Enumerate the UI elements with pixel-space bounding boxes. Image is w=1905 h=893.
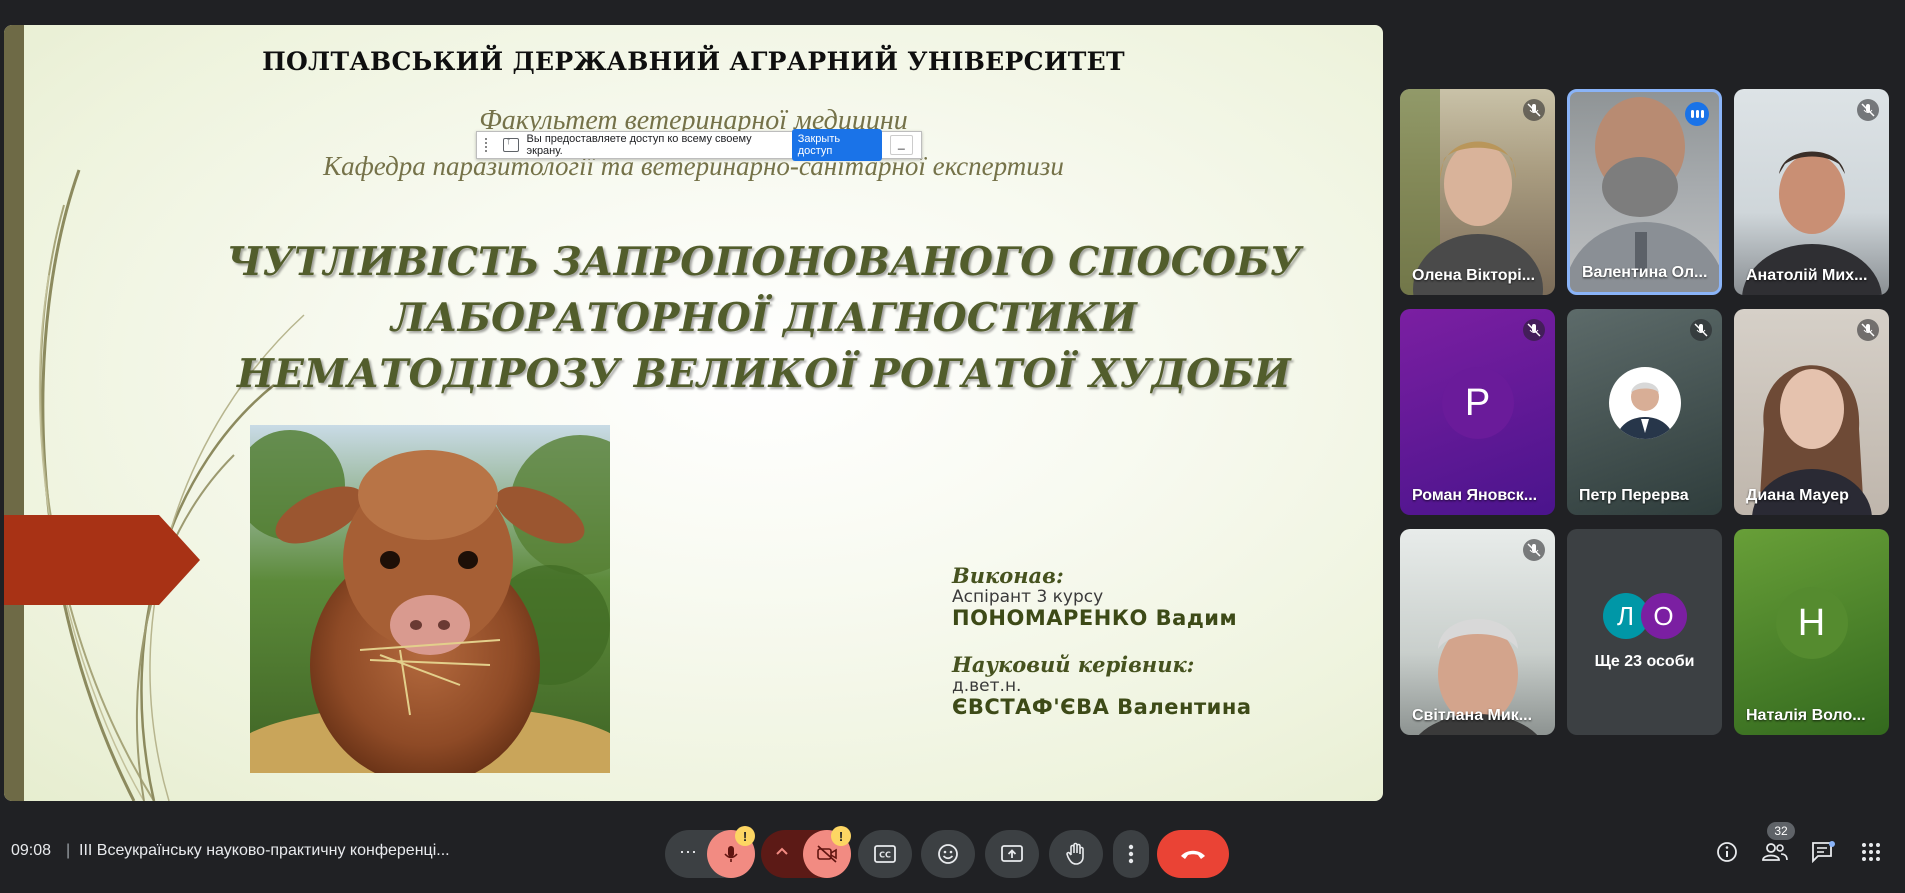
hang-up-icon — [1181, 850, 1205, 859]
people-button[interactable] — [1761, 838, 1789, 866]
captions-icon: CC — [874, 845, 896, 863]
info-icon — [1717, 842, 1737, 862]
participant-name: Наталія Воло... — [1746, 707, 1866, 724]
participant-tile[interactable]: Диана Мауер — [1734, 309, 1889, 515]
participant-name: Валентина Ол... — [1582, 264, 1708, 281]
share-message: Вы предоставляете доступ ко всему своему… — [526, 133, 752, 157]
chevron-up-icon[interactable] — [773, 843, 791, 866]
screen-share-icon — [502, 135, 519, 152]
advisor-name: ЄВСТАФ'ЄВА Валентина — [952, 695, 1252, 719]
participant-tile[interactable]: Н Наталія Воло... — [1734, 529, 1889, 735]
advisor-role: Науковий керівник: — [952, 652, 1195, 677]
author-name: ПОНОМАРЕНКО Вадим — [952, 606, 1238, 630]
apps-grid-icon — [1862, 843, 1880, 861]
bottom-control-bar: 09:08 | ІІІ Всеукраїнську науково-практи… — [0, 820, 1905, 890]
participant-tile[interactable]: Світлана Мик... — [1400, 529, 1555, 735]
present-icon — [1001, 845, 1023, 862]
raise-hand-button[interactable] — [1049, 830, 1103, 878]
video-control-group: ! — [761, 826, 851, 878]
more-participants-tile[interactable]: Л О Ще 23 особи — [1567, 529, 1722, 735]
participant-avatar: О — [1640, 593, 1687, 639]
mic-off-icon — [1523, 99, 1545, 121]
calf-photo — [250, 425, 610, 773]
leave-call-button[interactable] — [1157, 830, 1229, 878]
present-screen-button[interactable] — [985, 830, 1039, 878]
people-count-badge: 32 — [1767, 822, 1795, 840]
meeting-details-button[interactable] — [1713, 838, 1741, 866]
mic-warning-badge: ! — [735, 826, 755, 846]
camera-warning-badge: ! — [831, 826, 851, 846]
author-block: Виконав: Аспірант 3 курсу ПОНОМАРЕНКО Ва… — [952, 563, 1252, 719]
people-icon — [1762, 843, 1788, 861]
title-line: НЕМАТОДІРОЗУ ВЕЛИКОЇ РОГАТОЇ ХУДОБИ — [237, 351, 1291, 397]
participant-name: Анатолій Мих... — [1746, 267, 1868, 284]
advisor-degree: д.вет.н. — [952, 676, 1022, 696]
participant-name: Петр Перерва — [1579, 487, 1689, 504]
participant-avatar-photo — [1608, 367, 1681, 439]
chat-icon — [1812, 841, 1835, 863]
participant-name: Олена Вікторі... — [1412, 267, 1536, 284]
mic-off-icon — [1857, 99, 1879, 121]
emoji-icon — [938, 844, 958, 864]
audio-options-button[interactable]: ⋯ — [679, 842, 697, 863]
camera-off-icon — [817, 845, 837, 863]
participant-name: Диана Мауер — [1746, 487, 1849, 504]
mic-off-icon — [1857, 319, 1879, 341]
participant-name: Роман Яновск... — [1412, 487, 1538, 504]
mic-off-icon — [1523, 319, 1545, 341]
stop-sharing-button[interactable]: Закрыть доступ — [791, 129, 882, 161]
participant-tile[interactable]: Р Роман Яновск... — [1400, 309, 1555, 515]
mic-icon — [724, 846, 738, 862]
more-options-button[interactable] — [1113, 830, 1149, 878]
participant-tile[interactable]: Олена Вікторі... — [1400, 89, 1555, 295]
participant-tile[interactable]: Анатолій Мих... — [1734, 89, 1889, 295]
speaking-indicator-icon — [1685, 102, 1709, 126]
more-vert-icon — [1128, 844, 1134, 864]
more-participants-label: Ще 23 особи — [1594, 653, 1695, 670]
participant-avatar: Р — [1441, 367, 1514, 439]
reactions-button[interactable] — [921, 830, 975, 878]
slide-arrow-shape — [4, 515, 200, 605]
hide-bar-button[interactable]: _ — [889, 135, 914, 155]
separator: | — [66, 842, 71, 859]
meeting-title: ІІІ Всеукраїнську науково-практичну конф… — [79, 842, 450, 859]
hand-icon — [1066, 842, 1084, 865]
title-line: ЧУТЛИВІСТЬ ЗАПРОПОНОВАНОГО СПОСОБУ — [226, 239, 1302, 285]
audio-control-group: ⋯ ! — [665, 826, 755, 878]
captions-button[interactable]: CC — [858, 830, 912, 878]
mic-off-icon — [1690, 319, 1712, 341]
participant-tile-active-speaker[interactable]: Валентина Ол... — [1567, 89, 1722, 295]
author-role: Виконав: — [952, 563, 1064, 588]
title-line: ЛАБОРАТОРНОЇ ДІАГНОСТИКИ — [390, 295, 1138, 341]
screen-share-bar[interactable]: Вы предоставляете доступ ко всему своему… — [476, 129, 922, 161]
drag-handle-icon[interactable] — [485, 138, 491, 152]
svg-text:CC: CC — [879, 851, 891, 860]
meeting-clock: 09:08 — [11, 842, 52, 859]
slide-main-title: ЧУТЛИВІСТЬ ЗАПРОПОНОВАНОГО СПОСОБУ ЛАБОР… — [154, 234, 1374, 402]
university-title: ПОЛТАВСЬКИЙ ДЕРЖАВНИЙ АГРАРНИЙ УНІВЕРСИТ… — [262, 47, 1125, 76]
mic-off-icon — [1523, 539, 1545, 561]
participant-name: Світлана Мик... — [1412, 707, 1533, 724]
activities-button[interactable] — [1857, 838, 1885, 866]
participant-tile[interactable]: Петр Перерва — [1567, 309, 1722, 515]
author-position: Аспірант 3 курсу — [952, 587, 1104, 607]
chat-button[interactable] — [1809, 838, 1837, 866]
meet-window: ПОЛТАВСЬКИЙ ДЕРЖАВНИЙ АГРАРНИЙ УНІВЕРСИТ… — [0, 0, 1905, 893]
participant-avatar: Н — [1775, 587, 1848, 659]
